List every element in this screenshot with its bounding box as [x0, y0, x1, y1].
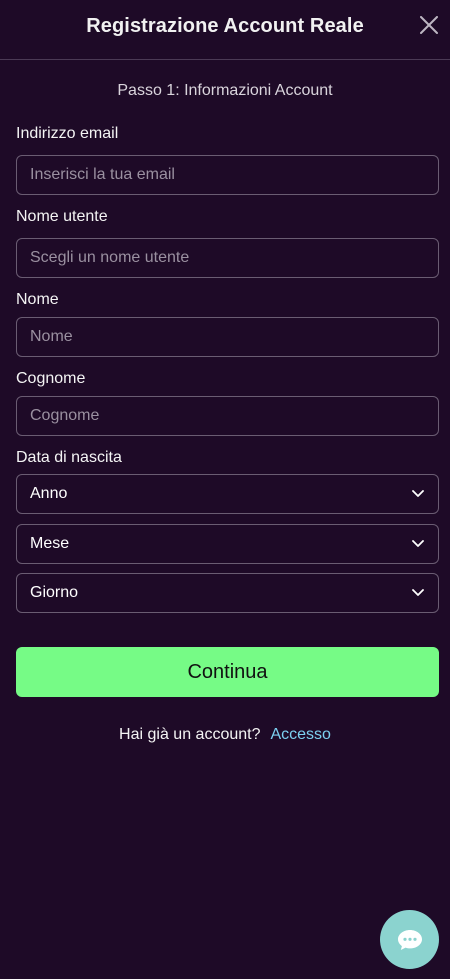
month-select[interactable]: Mese — [16, 524, 439, 564]
last-name-input[interactable] — [16, 396, 439, 436]
first-name-label: Nome — [16, 291, 59, 308]
month-select-value: Mese — [30, 535, 70, 552]
login-question: Hai già un account? — [119, 726, 261, 743]
registration-page: Registrazione Account Reale Passo 1: Inf… — [0, 0, 450, 979]
birth-date-label: Data di nascita — [16, 449, 122, 466]
chat-button[interactable] — [380, 910, 439, 969]
close-button[interactable] — [418, 14, 440, 36]
chevron-down-icon — [411, 586, 425, 600]
email-label: Indirizzo email — [16, 125, 119, 142]
chevron-down-icon — [411, 487, 425, 501]
year-select-value: Anno — [30, 485, 68, 502]
last-name-label: Cognome — [16, 370, 86, 387]
year-select[interactable]: Anno — [16, 474, 439, 514]
chat-icon — [397, 929, 422, 950]
username-input[interactable] — [16, 238, 439, 278]
close-icon — [420, 16, 438, 34]
first-name-input[interactable] — [16, 317, 439, 357]
email-input[interactable] — [16, 155, 439, 195]
day-select-value: Giorno — [30, 584, 79, 601]
step-title: Passo 1: Informazioni Account — [117, 82, 333, 99]
chevron-down-icon — [411, 537, 425, 551]
username-label: Nome utente — [16, 208, 108, 225]
day-select[interactable]: Giorno — [16, 573, 439, 613]
login-prompt: Hai già un account? Accesso — [0, 726, 450, 744]
header: Registrazione Account Reale — [0, 0, 450, 60]
page-title: Registrazione Account Reale — [86, 15, 364, 37]
login-link[interactable]: Accesso — [270, 726, 330, 743]
continue-button[interactable]: Continua — [16, 647, 439, 697]
